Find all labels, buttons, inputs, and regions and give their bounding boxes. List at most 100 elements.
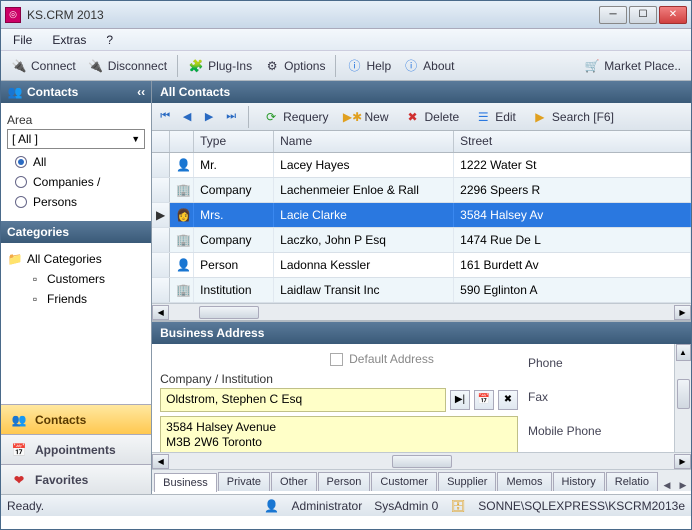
gear-icon: ⚙ bbox=[264, 58, 280, 74]
tree-all-categories[interactable]: 📁All Categories bbox=[7, 249, 145, 269]
phone-label: Phone bbox=[528, 356, 683, 370]
tree-customers[interactable]: ▫Customers bbox=[7, 269, 145, 289]
mobile-label: Mobile Phone bbox=[528, 424, 683, 438]
tab-business[interactable]: Business bbox=[154, 473, 217, 492]
folder-icon: 📁 bbox=[7, 251, 23, 267]
company-label: Company / Institution bbox=[160, 372, 518, 386]
detail-hscroll[interactable]: ◀▶ bbox=[152, 452, 691, 469]
user-icon: 👤 bbox=[264, 498, 280, 514]
next-record-icon[interactable]: ▶ bbox=[200, 108, 218, 126]
edit-icon: ☰ bbox=[475, 109, 491, 125]
connect-icon: 🔌 bbox=[11, 58, 27, 74]
clear-button[interactable]: ✖ bbox=[498, 390, 518, 410]
nav-contacts[interactable]: 👥Contacts bbox=[1, 404, 151, 434]
tab-supplier[interactable]: Supplier bbox=[438, 472, 496, 491]
person-g-icon: 👤 bbox=[176, 257, 191, 273]
grid-header: Type Name Street bbox=[152, 131, 691, 153]
about-button[interactable]: ⓘAbout bbox=[397, 55, 460, 77]
filter-companies[interactable]: Companies / bbox=[15, 175, 145, 189]
last-record-icon[interactable]: ⏭ bbox=[222, 108, 240, 126]
menu-help[interactable]: ? bbox=[98, 31, 121, 49]
goto-button[interactable]: ▶| bbox=[450, 390, 470, 410]
address-field[interactable]: 3584 Halsey Avenue M3B 2W6 Toronto ON bbox=[160, 416, 518, 452]
delete-button[interactable]: ✖Delete bbox=[399, 106, 466, 128]
detail-panel: Business Address Default Address Company… bbox=[152, 320, 691, 491]
sidebar-contacts-header[interactable]: 👥 Contacts ‹‹ bbox=[1, 81, 151, 103]
area-combo[interactable]: [ All ]▼ bbox=[7, 129, 145, 149]
table-row[interactable]: 🏢CompanyLachenmeier Enloe & Rall2296 Spe… bbox=[152, 178, 691, 203]
tree-friends[interactable]: ▫Friends bbox=[7, 289, 145, 309]
tag-icon: ▫ bbox=[27, 271, 43, 287]
person-icon: 👤 bbox=[176, 157, 191, 173]
titlebar: ◎ KS.CRM 2013 ─ ☐ ✕ bbox=[1, 1, 691, 29]
area-label: Area bbox=[7, 113, 145, 127]
marketplace-button[interactable]: 🛒Market Place.. bbox=[578, 55, 687, 77]
tab-other[interactable]: Other bbox=[271, 472, 317, 491]
options-button[interactable]: ⚙Options bbox=[258, 55, 331, 77]
person-f-icon: 👩 bbox=[176, 207, 191, 223]
default-address-check[interactable]: Default Address bbox=[330, 352, 518, 366]
db-icon: 🗄 bbox=[450, 498, 466, 514]
delete-icon: ✖ bbox=[405, 109, 421, 125]
company-icon: 🏢 bbox=[176, 182, 191, 198]
connect-button[interactable]: 🔌Connect bbox=[5, 55, 82, 77]
detail-vscroll[interactable]: ▲ bbox=[674, 344, 691, 452]
status-sysadmin: SysAdmin 0 bbox=[374, 499, 438, 513]
tab-customer[interactable]: Customer bbox=[371, 472, 437, 491]
menu-file[interactable]: File bbox=[5, 31, 40, 49]
col-type[interactable]: Type bbox=[194, 131, 274, 152]
close-button[interactable]: ✕ bbox=[659, 6, 687, 24]
window-title: KS.CRM 2013 bbox=[27, 8, 599, 22]
grid-hscroll[interactable]: ◀▶ bbox=[152, 303, 691, 320]
main: 👥 Contacts ‹‹ Area [ All ]▼ All Companie… bbox=[1, 81, 691, 494]
tab-history[interactable]: History bbox=[553, 472, 605, 491]
sidebar-categories-header[interactable]: Categories bbox=[1, 221, 151, 243]
col-name[interactable]: Name bbox=[274, 131, 454, 152]
edit-button[interactable]: ☰Edit bbox=[469, 106, 522, 128]
tab-scroll-left[interactable]: ◀ bbox=[659, 480, 675, 491]
tab-memos[interactable]: Memos bbox=[497, 472, 551, 491]
plugins-button[interactable]: 🧩Plug-Ins bbox=[182, 55, 258, 77]
first-record-icon[interactable]: ⏮ bbox=[156, 108, 174, 126]
tag-icon: ▫ bbox=[27, 291, 43, 307]
search-button[interactable]: ▶Search [F6] bbox=[526, 106, 620, 128]
company-icon: 🏢 bbox=[176, 232, 191, 248]
table-row[interactable]: 👤Mr.Lacey Hayes1222 Water St bbox=[152, 153, 691, 178]
content: All Contacts ⏮ ◀ ▶ ⏭ ⟳Requery ▶✱New ✖Del… bbox=[152, 81, 691, 494]
tab-person[interactable]: Person bbox=[318, 472, 371, 491]
table-row[interactable]: 🏢InstitutionLaidlaw Transit Inc590 Eglin… bbox=[152, 278, 691, 303]
new-button[interactable]: ▶✱New bbox=[339, 106, 395, 128]
tab-scroll-right[interactable]: ▶ bbox=[675, 480, 691, 491]
list-toolbar: ⏮ ◀ ▶ ⏭ ⟳Requery ▶✱New ✖Delete ☰Edit ▶Se… bbox=[152, 103, 691, 131]
filter-persons[interactable]: Persons bbox=[15, 195, 145, 209]
statusbar: Ready. 👤 Administrator SysAdmin 0 🗄 SONN… bbox=[1, 494, 691, 516]
minimize-button[interactable]: ─ bbox=[599, 6, 627, 24]
table-row[interactable]: 🏢CompanyLaczko, John P Esq1474 Rue De L bbox=[152, 228, 691, 253]
detail-tabs: BusinessPrivateOtherPersonCustomerSuppli… bbox=[152, 469, 691, 491]
menubar: File Extras ? bbox=[1, 29, 691, 51]
tab-private[interactable]: Private bbox=[218, 472, 270, 491]
help-button[interactable]: ⓘHelp bbox=[340, 55, 397, 77]
disconnect-button[interactable]: 🔌Disconnect bbox=[82, 55, 173, 77]
nav-favorites[interactable]: ❤Favorites bbox=[1, 464, 151, 494]
maximize-button[interactable]: ☐ bbox=[629, 6, 657, 24]
status-user: Administrator bbox=[292, 499, 363, 513]
requery-button[interactable]: ⟳Requery bbox=[257, 106, 334, 128]
status-ready: Ready. bbox=[7, 499, 44, 513]
menu-extras[interactable]: Extras bbox=[44, 31, 94, 49]
tab-relatio[interactable]: Relatio bbox=[606, 472, 658, 491]
calendar-icon: 📅 bbox=[11, 442, 27, 458]
collapse-icon[interactable]: ‹‹ bbox=[137, 85, 145, 99]
col-street[interactable]: Street bbox=[454, 131, 691, 152]
people-icon: 👥 bbox=[11, 412, 27, 428]
table-row[interactable]: ▶👩Mrs.Lacie Clarke3584 Halsey Av bbox=[152, 203, 691, 228]
nav-appointments[interactable]: 📅Appointments bbox=[1, 434, 151, 464]
prev-record-icon[interactable]: ◀ bbox=[178, 108, 196, 126]
chevron-down-icon: ▼ bbox=[131, 134, 140, 144]
company-field[interactable]: Oldstrom, Stephen C Esq bbox=[160, 388, 446, 412]
table-row[interactable]: 👤PersonLadonna Kessler161 Burdett Av bbox=[152, 253, 691, 278]
calendar-button[interactable]: 📅 bbox=[474, 390, 494, 410]
fax-label: Fax bbox=[528, 390, 683, 404]
filter-all[interactable]: All bbox=[15, 155, 145, 169]
status-db: SONNE\SQLEXPRESS\KSCRM2013e bbox=[478, 499, 685, 513]
